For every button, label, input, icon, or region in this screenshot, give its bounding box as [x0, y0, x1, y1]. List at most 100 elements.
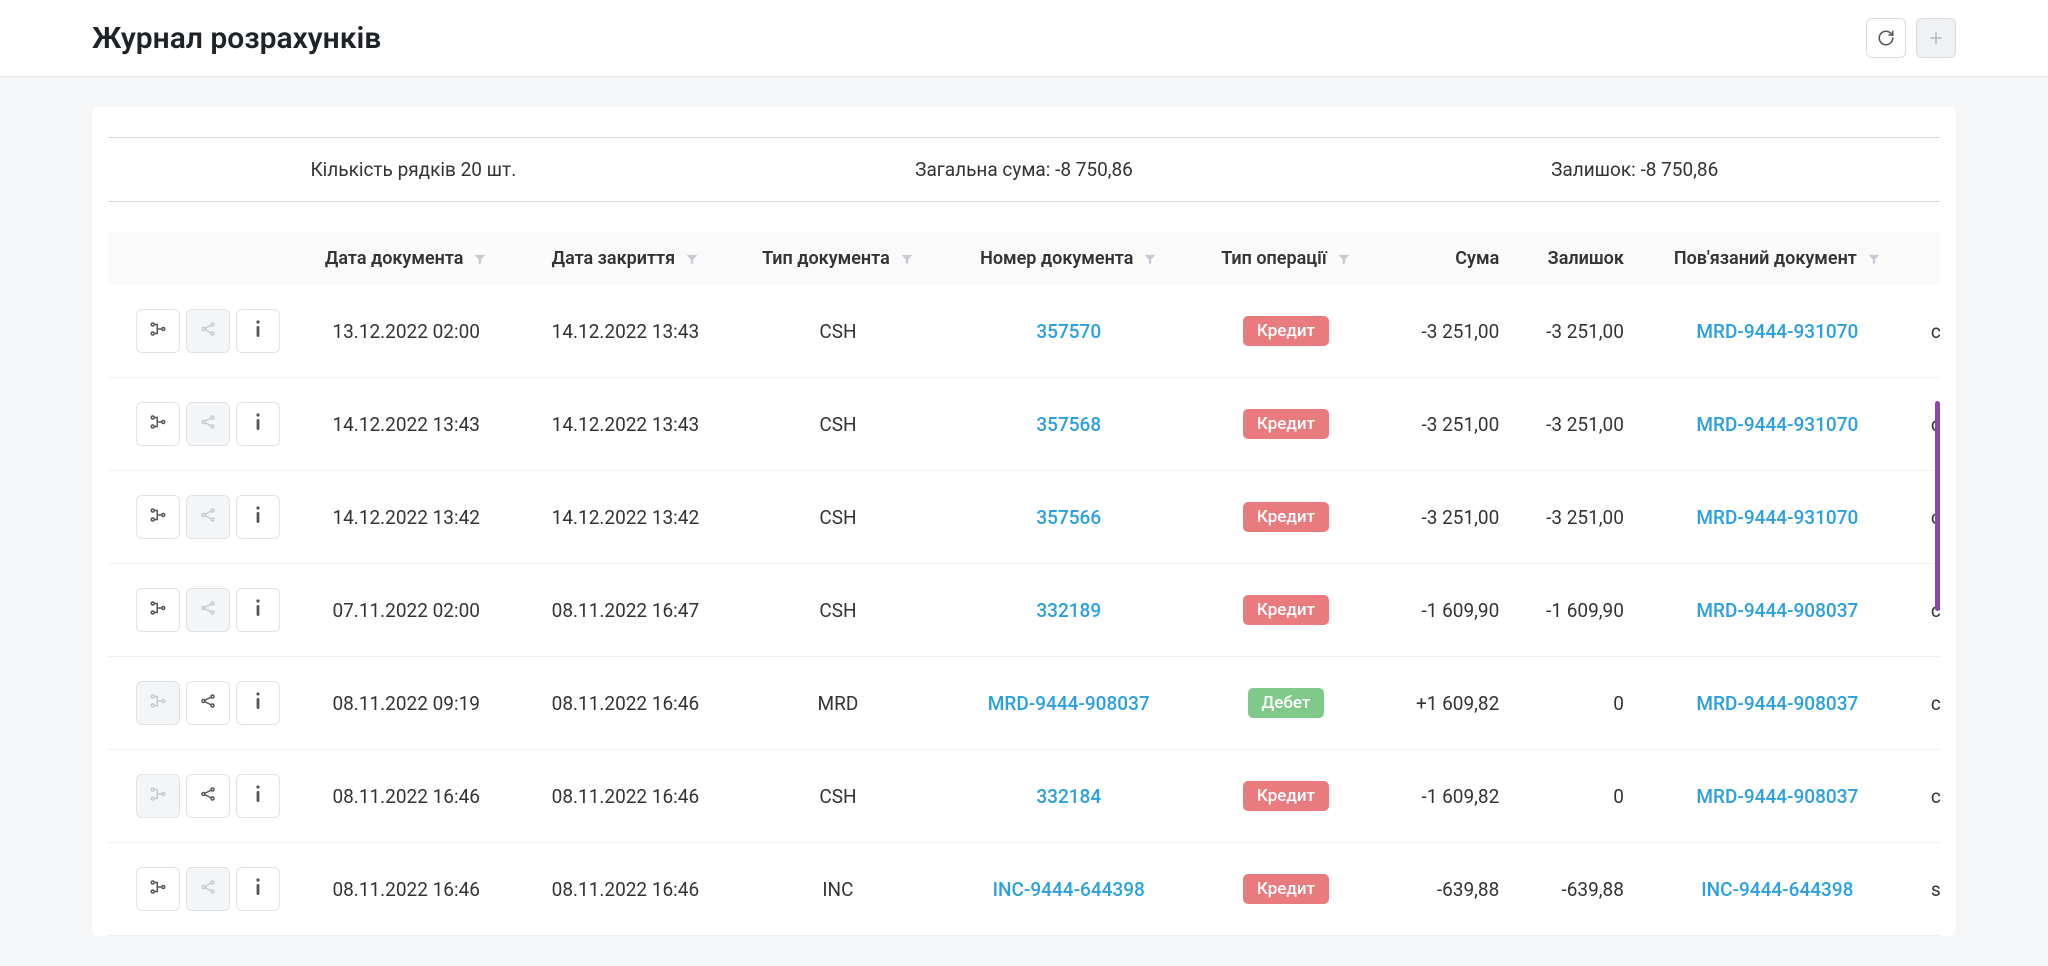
col-date-close[interactable]: Дата закриття — [520, 232, 730, 285]
row-share-button[interactable] — [186, 774, 230, 818]
summary-bar: Кількість рядків 20 шт. Загальна сума: -… — [108, 137, 1940, 202]
cell-date-close: 08.11.2022 16:46 — [520, 657, 730, 750]
filter-icon[interactable] — [1867, 252, 1881, 266]
cell-balance: 0 — [1511, 750, 1636, 843]
linked-doc-link[interactable]: MRD-9444-931070 — [1696, 413, 1858, 436]
cell-date-doc: 08.11.2022 16:46 — [292, 843, 520, 936]
cell-date-doc: 08.11.2022 09:19 — [292, 657, 520, 750]
cell-balance: -3 251,00 — [1511, 471, 1636, 564]
row-share-button — [186, 588, 230, 632]
cell-doc-type: MRD — [730, 657, 945, 750]
row-info-button[interactable] — [236, 402, 280, 446]
row-info-button[interactable] — [236, 681, 280, 725]
tree-icon — [149, 413, 167, 436]
col-balance-label: Залишок — [1548, 248, 1624, 269]
panel: Кількість рядків 20 шт. Загальна сума: -… — [92, 107, 1956, 936]
row-info-button[interactable] — [236, 588, 280, 632]
row-info-button[interactable] — [236, 495, 280, 539]
doc-number-link[interactable]: 357566 — [1036, 506, 1101, 529]
table-row: 08.11.2022 16:4608.11.2022 16:46CSH33218… — [108, 750, 1940, 843]
page-title: Журнал розрахунків — [92, 21, 381, 56]
cell-date-close: 08.11.2022 16:47 — [520, 564, 730, 657]
doc-number-link[interactable]: MRD-9444-908037 — [988, 692, 1150, 715]
cell-amount: -3 251,00 — [1380, 471, 1511, 564]
filter-icon[interactable] — [685, 252, 699, 266]
info-icon — [253, 505, 263, 530]
col-date-doc[interactable]: Дата документа — [292, 232, 520, 285]
row-info-button[interactable] — [236, 774, 280, 818]
doc-number-link[interactable]: 332184 — [1036, 785, 1101, 808]
cell-counterparty: client — [1919, 750, 1940, 843]
table-row: 07.11.2022 02:0008.11.2022 16:47CSH 33218… — [108, 564, 1940, 657]
col-actions — [108, 232, 292, 285]
cell-doc-type: INC — [730, 843, 945, 936]
cell-doc-type: CSH — [730, 750, 945, 843]
row-info-button[interactable] — [236, 867, 280, 911]
linked-doc-link[interactable]: MRD-9444-908037 — [1696, 599, 1858, 622]
cell-counterparty: client — [1919, 657, 1940, 750]
filter-icon[interactable] — [900, 252, 914, 266]
info-icon — [253, 691, 263, 716]
doc-number-link[interactable]: 357570 — [1036, 320, 1101, 343]
cell-date-doc: 14.12.2022 13:43 — [292, 378, 520, 471]
row-tree-button[interactable] — [136, 495, 180, 539]
col-doc-number[interactable]: Номер документа — [945, 232, 1192, 285]
row-share-button — [186, 402, 230, 446]
col-doc-type[interactable]: Тип документа — [730, 232, 945, 285]
row-tree-button[interactable] — [136, 588, 180, 632]
col-balance[interactable]: Залишок — [1511, 232, 1636, 285]
tree-icon — [149, 506, 167, 529]
doc-number-link[interactable]: 332189 — [1036, 599, 1101, 622]
cell-doc-type: CSH — [730, 378, 945, 471]
info-icon — [253, 598, 263, 623]
col-doc-number-label: Номер документа — [980, 248, 1133, 269]
col-amount[interactable]: Сума — [1380, 232, 1511, 285]
op-type-badge: Кредит — [1243, 409, 1329, 439]
doc-number-link[interactable]: 357568 — [1036, 413, 1101, 436]
col-op-type[interactable]: Тип операції — [1192, 232, 1380, 285]
cell-amount: -639,88 — [1380, 843, 1511, 936]
tree-icon — [149, 785, 167, 808]
share-icon — [199, 413, 217, 436]
table-row: 14.12.2022 13:4314.12.2022 13:43CSH35756… — [108, 378, 1940, 471]
doc-number-link[interactable]: INC-9444-644398 — [993, 878, 1145, 901]
row-tree-button[interactable] — [136, 309, 180, 353]
table-row: 08.11.2022 09:1908.11.2022 16:46MRD MRD-9… — [108, 657, 1940, 750]
refresh-button[interactable] — [1866, 18, 1906, 58]
info-icon — [253, 412, 263, 437]
cell-doc-type: CSH — [730, 471, 945, 564]
cell-date-doc: 07.11.2022 02:00 — [292, 564, 520, 657]
share-icon — [199, 785, 217, 808]
filter-icon[interactable] — [1337, 252, 1351, 266]
col-linked-doc-label: Пов'язаний документ — [1674, 248, 1857, 269]
row-info-button[interactable] — [236, 309, 280, 353]
col-counterparty-type[interactable]: Тип контрагент — [1919, 232, 1940, 285]
info-icon — [253, 784, 263, 809]
filter-icon[interactable] — [473, 252, 487, 266]
cell-amount: -3 251,00 — [1380, 285, 1511, 378]
cell-doc-type: CSH — [730, 564, 945, 657]
cell-balance: -639,88 — [1511, 843, 1636, 936]
filter-icon[interactable] — [1143, 252, 1157, 266]
col-linked-doc[interactable]: Пов'язаний документ — [1636, 232, 1919, 285]
col-op-type-label: Тип операції — [1221, 248, 1326, 269]
col-doc-type-label: Тип документа — [762, 248, 890, 269]
linked-doc-link[interactable]: MRD-9444-931070 — [1696, 320, 1858, 343]
row-tree-button[interactable] — [136, 402, 180, 446]
vertical-scroll-indicator[interactable] — [1935, 401, 1940, 611]
cell-balance: 0 — [1511, 657, 1636, 750]
table-row: 14.12.2022 13:4214.12.2022 13:42CSH35756… — [108, 471, 1940, 564]
row-share-button[interactable] — [186, 681, 230, 725]
linked-doc-link[interactable]: MRD-9444-908037 — [1696, 785, 1858, 808]
linked-doc-link[interactable]: MRD-9444-908037 — [1696, 692, 1858, 715]
table-scroll[interactable]: Дата документа Дата закриття — [108, 232, 1940, 936]
linked-doc-link[interactable]: MRD-9444-931070 — [1696, 506, 1858, 529]
linked-doc-link[interactable]: INC-9444-644398 — [1701, 878, 1853, 901]
cell-date-close: 08.11.2022 16:46 — [520, 843, 730, 936]
info-icon — [253, 319, 263, 344]
row-tree-button[interactable] — [136, 867, 180, 911]
tree-icon — [149, 692, 167, 715]
cell-doc-type: CSH — [730, 285, 945, 378]
cell-balance: -3 251,00 — [1511, 378, 1636, 471]
cell-amount: -1 609,90 — [1380, 564, 1511, 657]
